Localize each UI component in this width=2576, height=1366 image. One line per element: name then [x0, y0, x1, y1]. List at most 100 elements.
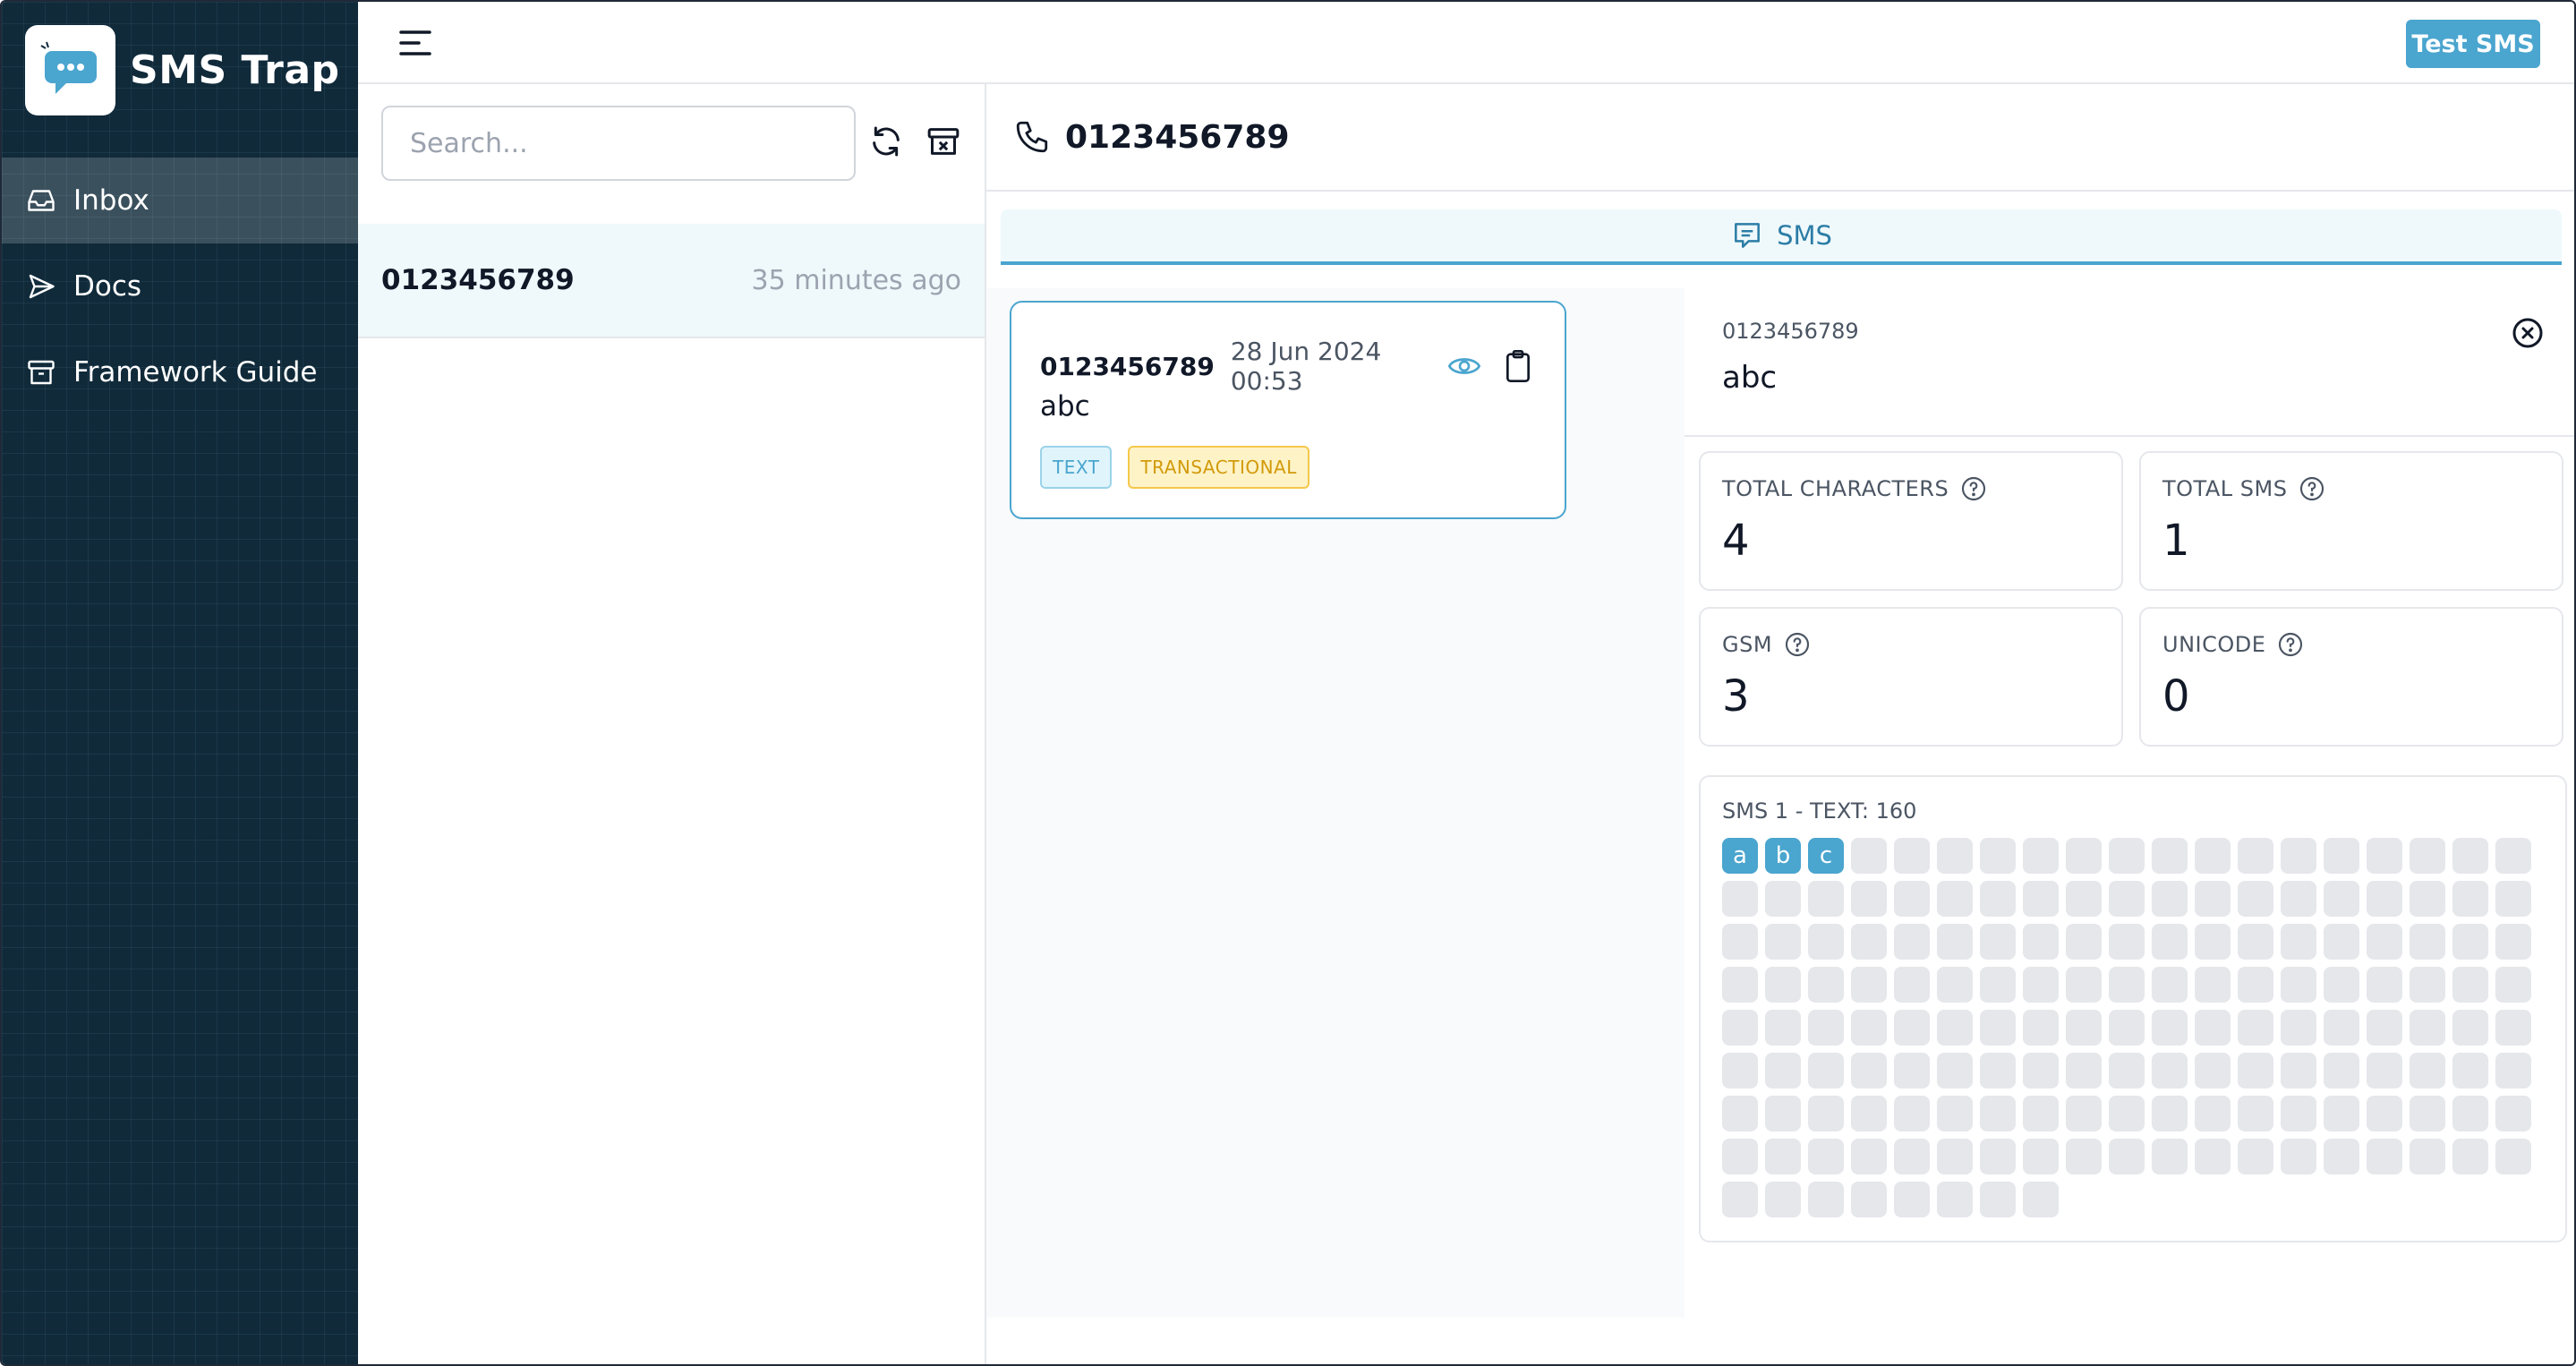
- character-cell-empty: [2066, 967, 2102, 1003]
- character-cell-empty: [1980, 838, 2016, 874]
- segment-label: SMS 1 - TEXT: 160: [1722, 798, 1917, 824]
- character-cell-empty: [2324, 881, 2359, 917]
- archive-icon: [28, 360, 55, 385]
- character-grid: abc: [1722, 838, 2544, 1217]
- character-cell-empty: [2066, 1053, 2102, 1089]
- character-cell-empty: [1722, 924, 1758, 960]
- character-cell-empty: [2452, 1139, 2488, 1174]
- character-cell-empty: [2324, 1139, 2359, 1174]
- character-cell-empty: [2367, 1096, 2402, 1131]
- character-cell-empty: [2152, 924, 2188, 960]
- character-cell-empty: [2324, 1010, 2359, 1046]
- help-icon[interactable]: [1783, 630, 1812, 659]
- message-sender: 0123456789: [1040, 351, 1215, 381]
- character-cell-empty: [1765, 1096, 1801, 1131]
- brand[interactable]: SMS Trap: [25, 24, 340, 115]
- character-cell-empty: [1722, 1182, 1758, 1217]
- character-cell-empty: [1851, 1182, 1887, 1217]
- character-cell-empty: [2495, 1053, 2531, 1089]
- character-cell-empty: [1808, 967, 1844, 1003]
- character-cell-empty: [2410, 1139, 2445, 1174]
- character-cell-empty: [2023, 1139, 2059, 1174]
- search-input[interactable]: [381, 106, 856, 181]
- app-title: SMS Trap: [130, 47, 340, 93]
- conversation-row[interactable]: 0123456789 35 minutes ago: [358, 224, 985, 338]
- character-cell-empty: [2023, 1010, 2059, 1046]
- character-cell-empty: [2195, 967, 2231, 1003]
- phone-icon: [1016, 121, 1048, 153]
- character-cell-empty: [1808, 1139, 1844, 1174]
- character-cell-empty: [2367, 881, 2402, 917]
- character-cell-empty: [2195, 838, 2231, 874]
- stat-label: GSM: [1722, 632, 1773, 657]
- character-cell-empty: [1894, 967, 1930, 1003]
- refresh-icon[interactable]: [868, 124, 904, 159]
- eye-icon[interactable]: [1446, 348, 1482, 384]
- character-cell-empty: [2495, 1139, 2531, 1174]
- close-icon[interactable]: [2510, 315, 2546, 351]
- clear-inbox-icon[interactable]: [925, 124, 961, 159]
- tab-label: SMS: [1777, 220, 1832, 251]
- character-cell-empty: [2410, 881, 2445, 917]
- character-cell-empty: [1722, 1139, 1758, 1174]
- character-cell-empty: [2195, 1096, 2231, 1131]
- character-cell-empty: [2109, 838, 2145, 874]
- character-cell-empty: [2495, 838, 2531, 874]
- detail-phone-number: 0123456789: [1065, 118, 1290, 156]
- character-cell-empty: [2195, 924, 2231, 960]
- character-cell-empty: [2023, 924, 2059, 960]
- character-cell-empty: [2109, 1139, 2145, 1174]
- info-header: 0123456789 abc: [1685, 288, 2574, 437]
- character-cell-empty: [1937, 1139, 1973, 1174]
- character-cell-empty: [1765, 1182, 1801, 1217]
- tab-sms[interactable]: SMS: [1001, 209, 2562, 265]
- character-cell-empty: [2495, 881, 2531, 917]
- help-icon[interactable]: [1959, 474, 1988, 503]
- character-cell-empty: [1894, 1139, 1930, 1174]
- help-icon[interactable]: [2298, 474, 2326, 503]
- character-cell-empty: [2410, 1010, 2445, 1046]
- detail-header: 0123456789: [986, 84, 2574, 192]
- character-cell-empty: [2152, 1010, 2188, 1046]
- character-cell-empty: [2410, 967, 2445, 1003]
- inbox-icon: [28, 190, 55, 211]
- character-cell-empty: [2195, 1053, 2231, 1089]
- character-cell-empty: [2367, 838, 2402, 874]
- character-cell-empty: [2452, 1053, 2488, 1089]
- sidebar-item-label: Docs: [73, 270, 142, 303]
- character-cell-empty: [1980, 1139, 2016, 1174]
- sidebar-item-inbox[interactable]: Inbox: [2, 158, 358, 243]
- menu-toggle-icon[interactable]: [397, 27, 433, 59]
- character-cell-empty: [2452, 881, 2488, 917]
- character-cell-empty: [2324, 1096, 2359, 1131]
- character-cell-empty: [1722, 1053, 1758, 1089]
- character-cell-used: c: [1808, 838, 1844, 874]
- character-cell-empty: [2452, 967, 2488, 1003]
- character-cell-empty: [2152, 967, 2188, 1003]
- character-cell-empty: [2238, 924, 2273, 960]
- character-cell-empty: [1894, 838, 1930, 874]
- stat-unicode: UNICODE 0: [2139, 607, 2563, 747]
- message-card[interactable]: 0123456789 28 Jun 2024 00:53 abc TEXT TR: [1010, 301, 1566, 519]
- character-cell-empty: [1808, 1010, 1844, 1046]
- character-cell-empty: [2410, 1053, 2445, 1089]
- sidebar-item-docs[interactable]: Docs: [2, 243, 358, 329]
- character-cell-empty: [2023, 1053, 2059, 1089]
- sidebar-item-label: Framework Guide: [73, 356, 318, 388]
- character-cell-empty: [1937, 1182, 1973, 1217]
- character-cell-empty: [2281, 838, 2316, 874]
- character-cell-empty: [2152, 1139, 2188, 1174]
- character-cell-used: a: [1722, 838, 1758, 874]
- character-cell-empty: [2367, 1010, 2402, 1046]
- character-cell-empty: [2109, 881, 2145, 917]
- clipboard-icon[interactable]: [1500, 348, 1536, 384]
- help-icon[interactable]: [2276, 630, 2305, 659]
- character-cell-empty: [1894, 924, 1930, 960]
- test-sms-button[interactable]: Test SMS: [2406, 20, 2540, 68]
- character-cell-empty: [2281, 924, 2316, 960]
- character-cell-empty: [1980, 1053, 2016, 1089]
- character-cell-empty: [2152, 1053, 2188, 1089]
- character-cell-empty: [1980, 924, 2016, 960]
- sidebar-item-framework-guide[interactable]: Framework Guide: [2, 329, 358, 415]
- character-cell-empty: [2109, 967, 2145, 1003]
